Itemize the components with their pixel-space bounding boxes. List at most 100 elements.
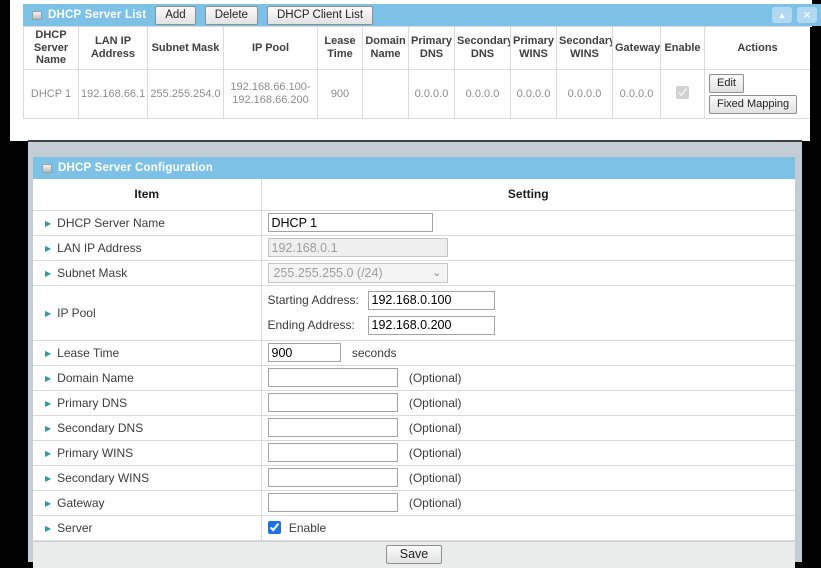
item-arrow-icon: ▶ [45, 449, 51, 458]
dhcp-server-configuration-panel: DHCP Server Configuration Item Setting ▶… [28, 140, 802, 562]
cell-ip-pool: 192.168.66.100-192.168.66.200 [224, 69, 318, 118]
column-header: Primary WINS [511, 27, 557, 70]
column-header: Secondary DNS [455, 27, 511, 70]
column-header: Gateway [613, 27, 661, 70]
table-header-row: DHCP Server Name LAN IP Address Subnet M… [24, 27, 811, 70]
column-header: Primary DNS [409, 27, 455, 70]
cell-domain-name [363, 69, 409, 118]
dhcp-server-list-panel: DHCP Server List Add Delete DHCP Client … [10, 0, 812, 141]
column-header: Secondary WINS [557, 27, 613, 70]
column-header: DHCP Server Name [24, 27, 79, 70]
row-primary-wins: ▶ Primary WINS (Optional) [33, 440, 795, 465]
cell-enable [661, 69, 705, 118]
chevron-down-icon: ⌄ [432, 266, 441, 279]
field-label: Gateway [57, 496, 104, 510]
background-mask [810, 27, 821, 141]
domain-name-input[interactable] [268, 368, 398, 387]
secondary-wins-input[interactable] [268, 468, 398, 487]
row-server: ▶ Server Enable [33, 515, 795, 540]
cell-primary-wins: 0.0.0.0 [511, 69, 557, 118]
item-arrow-icon: ▶ [45, 244, 51, 253]
dhcp-server-list-titlebar: DHCP Server List Add Delete DHCP Client … [23, 4, 821, 26]
cell-secondary-dns: 0.0.0.0 [455, 69, 511, 118]
optional-label: (Optional) [409, 471, 462, 485]
starting-address-input[interactable] [368, 291, 495, 310]
item-arrow-icon: ▶ [45, 269, 51, 278]
row-domain-name: ▶Domain Name (Optional) [33, 365, 795, 390]
column-header: Lease Time [318, 27, 363, 70]
panel-square-icon [42, 164, 52, 173]
field-label: Lease Time [57, 346, 119, 360]
save-button[interactable]: Save [386, 545, 443, 564]
lease-time-units-label: seconds [352, 346, 397, 360]
table-row: DHCP 1 192.168.66.1 255.255.254.0 192.16… [24, 69, 811, 118]
item-arrow-icon: ▶ [45, 349, 51, 358]
optional-label: (Optional) [409, 396, 462, 410]
item-arrow-icon: ▶ [45, 374, 51, 383]
cell-gateway: 0.0.0.0 [613, 69, 661, 118]
primary-wins-input[interactable] [268, 443, 398, 462]
item-column-header: Item [33, 179, 261, 210]
item-arrow-icon: ▶ [45, 524, 51, 533]
cell-subnet-mask: 255.255.254.0 [148, 69, 224, 118]
optional-label: (Optional) [409, 446, 462, 460]
column-header: LAN IP Address [79, 27, 148, 70]
panel-title: DHCP Server Configuration [58, 162, 213, 174]
secondary-dns-input[interactable] [268, 418, 398, 437]
server-enable-checkbox[interactable] [268, 521, 281, 534]
item-arrow-icon: ▶ [45, 309, 51, 318]
dhcp-server-name-input[interactable] [268, 213, 433, 232]
item-arrow-icon: ▶ [45, 424, 51, 433]
primary-dns-input[interactable] [268, 393, 398, 412]
dhcp-server-configuration-table: Item Setting ▶ DHCP Server Name ▶ LAN IP A… [33, 179, 795, 541]
server-enable-label: Enable [289, 521, 326, 535]
dhcp-client-list-button[interactable]: DHCP Client List [267, 6, 373, 25]
ending-address-input[interactable] [368, 316, 495, 335]
delete-button[interactable]: Delete [205, 6, 258, 25]
ending-address-label: Ending Address: [268, 318, 368, 332]
item-arrow-icon: ▶ [45, 474, 51, 483]
cell-lease-time: 900 [318, 69, 363, 118]
optional-label: (Optional) [409, 421, 462, 435]
edit-button[interactable]: Edit [709, 74, 744, 93]
config-footer: Save [33, 541, 795, 568]
lease-time-input[interactable] [268, 343, 341, 362]
fixed-mapping-button[interactable]: Fixed Mapping [709, 95, 797, 114]
cell-actions: Edit Fixed Mapping [705, 69, 811, 118]
cell-secondary-wins: 0.0.0.0 [557, 69, 613, 118]
config-header-row: Item Setting [33, 179, 795, 210]
cell-primary-dns: 0.0.0.0 [409, 69, 455, 118]
field-label: DHCP Server Name [57, 216, 165, 230]
column-header: Domain Name [363, 27, 409, 70]
gateway-input[interactable] [268, 493, 398, 512]
field-label: Subnet Mask [57, 266, 127, 280]
cell-lan-ip: 192.168.66.1 [79, 69, 148, 118]
row-secondary-dns: ▶ Secondary DNS (Optional) [33, 415, 795, 440]
panel-square-icon [32, 11, 42, 20]
subnet-mask-selected-value: 255.255.255.0 (/24) [274, 266, 383, 280]
close-icon[interactable]: ✕ [797, 7, 817, 23]
row-gateway: ▶Gateway (Optional) [33, 490, 795, 515]
field-label: Secondary DNS [57, 421, 143, 435]
row-subnet-mask: ▶ Subnet Mask 255.255.255.0 (/24) ⌄ [33, 260, 795, 285]
optional-label: (Optional) [409, 371, 462, 385]
row-enable-checkbox [676, 86, 689, 99]
row-secondary-wins: ▶Secondary WINS (Optional) [33, 465, 795, 490]
item-arrow-icon: ▶ [45, 219, 51, 228]
field-label: Primary WINS [57, 446, 133, 460]
setting-column-header: Setting [261, 179, 795, 210]
field-label: Server [57, 521, 92, 535]
field-label: IP Pool [57, 306, 95, 320]
row-dhcp-server-name: ▶ DHCP Server Name [33, 210, 795, 235]
starting-address-label: Starting Address: [268, 293, 368, 307]
column-header: Subnet Mask [148, 27, 224, 70]
collapse-icon[interactable]: ▴ [772, 7, 792, 23]
dhcp-server-configuration-titlebar: DHCP Server Configuration [33, 157, 795, 179]
panel-title: DHCP Server List [48, 9, 146, 21]
optional-label: (Optional) [409, 496, 462, 510]
field-label: LAN IP Address [57, 241, 142, 255]
column-header: IP Pool [224, 27, 318, 70]
column-header: Enable [661, 27, 705, 70]
add-button[interactable]: Add [155, 6, 195, 25]
subnet-mask-select: 255.255.255.0 (/24) ⌄ [268, 263, 448, 283]
